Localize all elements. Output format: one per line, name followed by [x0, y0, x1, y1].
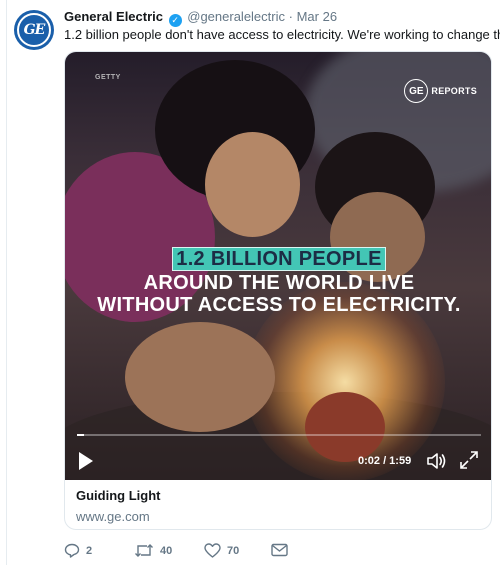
volume-icon[interactable] — [427, 452, 447, 470]
tweet-actions: 2 40 70 — [64, 543, 364, 563]
direct-message-button[interactable] — [271, 543, 288, 557]
ge-reports-logo-icon: GE — [404, 79, 429, 103]
video-figure-arm — [125, 322, 275, 432]
tweet-date[interactable]: Mar 26 — [297, 9, 337, 24]
video-caption-line-2: AROUND THE WORLD LIVE — [143, 272, 415, 294]
avatar[interactable]: GE — [14, 10, 54, 50]
video-player[interactable]: GETTY GE REPORTS 1.2 BILLION PEOPLE AROU… — [65, 52, 491, 480]
fullscreen-icon[interactable] — [459, 450, 479, 470]
account-handle[interactable]: @generalelectric — [187, 9, 285, 24]
card-url[interactable]: www.ge.com — [76, 509, 150, 524]
reply-icon — [64, 543, 80, 558]
video-caption-highlight: 1.2 BILLION PEOPLE — [172, 247, 386, 271]
retweet-icon — [135, 544, 153, 557]
reply-count: 2 — [86, 544, 93, 557]
video-caption-line-1: 1.2 BILLION PEOPLE — [65, 247, 491, 271]
heart-icon — [204, 543, 221, 558]
reply-button[interactable]: 2 — [64, 543, 92, 558]
video-caption-line-3: WITHOUT ACCESS TO ELECTRICITY. — [97, 294, 461, 316]
retweet-button[interactable]: 40 — [134, 543, 172, 558]
separator-dot: · — [288, 9, 293, 24]
play-icon[interactable] — [79, 452, 93, 470]
like-button[interactable]: 70 — [204, 543, 239, 558]
card-title[interactable]: Guiding Light — [76, 488, 160, 503]
video-figure-girl-face — [205, 132, 300, 237]
tweet-header: General Electric ✓ @generalelectric · Ma… — [64, 9, 337, 27]
video-progress-bar[interactable] — [77, 434, 481, 436]
video-card[interactable]: GETTY GE REPORTS 1.2 BILLION PEOPLE AROU… — [64, 51, 492, 530]
video-progress-fill — [77, 434, 84, 436]
video-time: 0:02 / 1:59 — [358, 455, 412, 467]
retweet-count: 40 — [160, 544, 173, 557]
tweet-text: 1.2 billion people don't have access to … — [64, 27, 500, 42]
like-count: 70 — [227, 544, 240, 557]
lamp — [305, 392, 385, 462]
timeline-divider — [6, 0, 7, 565]
getty-watermark: GETTY — [95, 74, 121, 81]
envelope-icon — [271, 543, 288, 557]
ge-reports-label: REPORTS — [431, 86, 477, 96]
ge-reports-badge: GE REPORTS — [404, 79, 477, 103]
account-name[interactable]: General Electric — [64, 9, 163, 24]
ge-logo-icon: GE — [17, 13, 51, 47]
avatar-logo-text: GE — [23, 22, 46, 38]
